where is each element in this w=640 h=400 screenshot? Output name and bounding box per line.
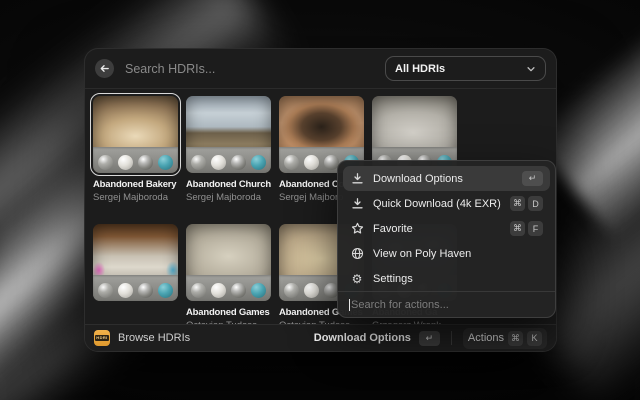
- actions-menu-items: Download Options ↵ Quick Download (4k EX…: [338, 161, 555, 291]
- cmd-key-badge: ⌘: [510, 221, 525, 236]
- chrome-sphere: [138, 155, 153, 170]
- cmd-key-badge: ⌘: [510, 196, 525, 211]
- menu-item-label: Quick Download (4k EXR): [373, 198, 501, 210]
- text-cursor: [349, 299, 350, 311]
- teal-sphere: [251, 283, 266, 298]
- glass-sphere: [98, 155, 113, 170]
- menu-item-settings[interactable]: ⚙ Settings: [343, 266, 550, 291]
- glass-sphere: [191, 283, 206, 298]
- arrow-left-icon: [99, 63, 110, 74]
- material-spheres: [93, 153, 178, 170]
- glass-sphere: [284, 283, 299, 298]
- footer-divider: [451, 331, 452, 345]
- hdri-thumbnail[interactable]: [93, 224, 178, 301]
- hdri-app-icon: HDRI: [94, 330, 110, 346]
- hdri-title: Abandoned Church: [186, 179, 271, 190]
- chevron-down-icon: [526, 64, 536, 74]
- diffuse-sphere: [304, 283, 319, 298]
- f-key-badge: F: [528, 221, 543, 236]
- search-bar: All HDRIs: [85, 49, 556, 89]
- diffuse-sphere: [304, 155, 319, 170]
- d-key-badge: D: [528, 196, 543, 211]
- teal-sphere: [158, 155, 173, 170]
- glass-sphere: [284, 155, 299, 170]
- hdri-filter-dropdown[interactable]: All HDRIs: [385, 56, 546, 81]
- globe-icon: [350, 247, 364, 260]
- hdri-title: Abandoned Games R...: [186, 307, 271, 318]
- hdri-thumbnail[interactable]: [186, 224, 271, 301]
- chrome-sphere: [138, 283, 153, 298]
- gear-icon: ⚙: [350, 273, 364, 285]
- chrome-sphere: [231, 155, 246, 170]
- menu-item-label: Settings: [373, 273, 534, 285]
- material-spheres: [186, 153, 271, 170]
- filter-value: All HDRIs: [395, 63, 520, 75]
- star-icon: [350, 222, 364, 235]
- actions-search[interactable]: Search for actions...: [338, 291, 555, 317]
- teal-sphere: [158, 283, 173, 298]
- search-input[interactable]: [123, 61, 376, 77]
- primary-action-button[interactable]: Download Options: [314, 332, 411, 344]
- actions-button[interactable]: Actions ⌘ K: [463, 328, 547, 349]
- menu-item-download-options[interactable]: Download Options ↵: [343, 166, 550, 191]
- glass-sphere: [191, 155, 206, 170]
- menu-item-favorite[interactable]: Favorite ⌘ F: [343, 216, 550, 241]
- status-bar: HDRI Browse HDRIs Download Options ↵ Act…: [85, 324, 556, 351]
- chrome-sphere: [231, 283, 246, 298]
- teal-sphere: [251, 155, 266, 170]
- actions-search-placeholder: Search for actions...: [351, 299, 449, 311]
- glass-sphere: [98, 283, 113, 298]
- enter-key-badge: ↵: [522, 171, 543, 186]
- k-key-badge: K: [527, 331, 542, 346]
- hdri-card[interactable]: Abandoned Games R... Octavian Tudose: [186, 224, 271, 331]
- hdri-card[interactable]: Abandoned Church Sergej Majboroda: [186, 96, 271, 203]
- cmd-key-badge: ⌘: [508, 331, 523, 346]
- menu-item-quick-download[interactable]: Quick Download (4k EXR) ⌘ D: [343, 191, 550, 216]
- material-spheres: [93, 281, 178, 298]
- menu-item-label: Favorite: [373, 223, 501, 235]
- download-icon: [350, 172, 364, 185]
- hdri-title: Abandoned Bakery: [93, 179, 178, 190]
- actions-label: Actions: [468, 332, 504, 344]
- actions-menu: Download Options ↵ Quick Download (4k EX…: [337, 160, 556, 318]
- menu-item-label: Download Options: [373, 173, 513, 185]
- menu-item-label: View on Poly Haven: [373, 248, 534, 260]
- back-button[interactable]: [95, 59, 114, 78]
- enter-key-badge: ↵: [419, 331, 440, 346]
- hdri-card[interactable]: [93, 224, 178, 331]
- diffuse-sphere: [211, 283, 226, 298]
- download-icon: [350, 197, 364, 210]
- diffuse-sphere: [211, 155, 226, 170]
- diffuse-sphere: [118, 283, 133, 298]
- material-spheres: [186, 281, 271, 298]
- diffuse-sphere: [118, 155, 133, 170]
- menu-item-view-on-poly-haven[interactable]: View on Poly Haven: [343, 241, 550, 266]
- hdri-app-icon-label: HDRI: [95, 335, 109, 341]
- hdri-author: Sergej Majboroda: [93, 192, 178, 203]
- hdri-author: Sergej Majboroda: [186, 192, 271, 203]
- hdri-card[interactable]: Abandoned Bakery Sergej Majboroda: [93, 96, 178, 203]
- hdri-thumbnail[interactable]: [93, 96, 178, 173]
- hdri-thumbnail[interactable]: [186, 96, 271, 173]
- app-name: Browse HDRIs: [118, 332, 190, 344]
- desktop: All HDRIs Abandoned Bakery Sergej Majbor…: [0, 0, 640, 400]
